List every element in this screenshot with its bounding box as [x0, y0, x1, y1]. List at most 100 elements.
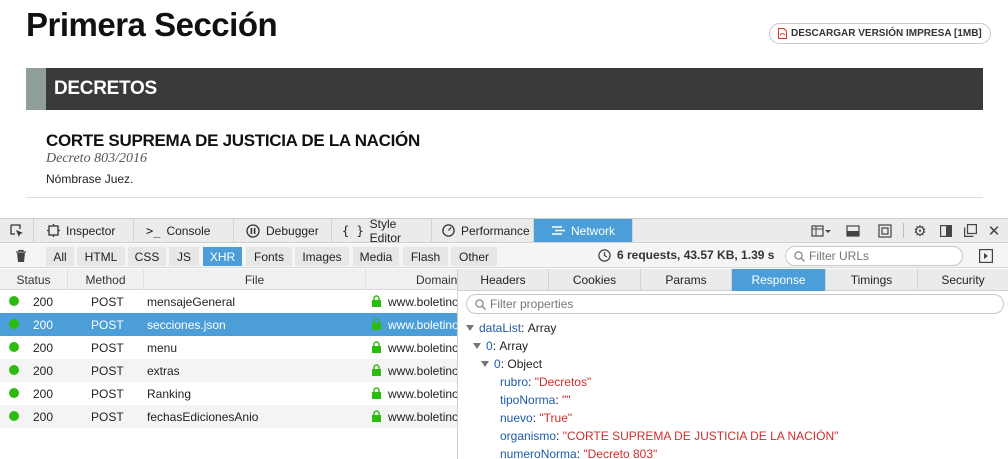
tab-network-label: Network — [571, 223, 616, 238]
column-method[interactable]: Method — [68, 269, 144, 290]
tree-type: Array — [527, 321, 557, 335]
tab-headers[interactable]: Headers — [458, 269, 549, 291]
filter-xhr[interactable]: XHR — [203, 247, 242, 266]
request-row-selected[interactable]: 200 POST secciones.json www.boletino — [0, 313, 458, 336]
tab-performance[interactable]: Performance — [432, 219, 534, 242]
scratchpad-button[interactable] — [874, 219, 896, 242]
request-row[interactable]: 200 POST extras www.boletino — [0, 359, 458, 382]
field-key: tipoNorma — [500, 393, 556, 407]
element-picker-icon — [9, 223, 23, 237]
devtools-toolbar: Inspector >_ Console Debugger { } Style … — [0, 217, 1008, 245]
settings-gear-icon[interactable]: ⚙ — [910, 219, 930, 242]
filter-fonts[interactable]: Fonts — [246, 247, 292, 266]
request-row[interactable]: 200 POST mensajeGeneral www.boletino — [0, 290, 457, 313]
dock-side-button[interactable] — [936, 219, 956, 242]
column-status[interactable]: Status — [0, 269, 68, 290]
status-ok-icon — [9, 319, 19, 329]
tree-type: Object — [507, 357, 543, 371]
tree-node-item[interactable]: 0: Array — [473, 337, 528, 355]
request-file: fechasEdicionesAnio — [147, 410, 259, 424]
close-icon[interactable]: ✕ — [984, 219, 1004, 242]
tree-field[interactable]: organismo: "CORTE SUPREMA DE JUSTICIA DE… — [500, 427, 838, 445]
request-domain: www.boletino — [388, 387, 458, 401]
column-file[interactable]: File — [144, 269, 366, 290]
filter-urls-box[interactable] — [785, 246, 963, 266]
filter-urls-input[interactable] — [809, 249, 949, 263]
request-method: POST — [91, 295, 124, 309]
filter-properties-box[interactable] — [466, 294, 1004, 314]
tab-timings[interactable]: Timings — [826, 269, 918, 291]
tab-debugger[interactable]: Debugger — [234, 219, 332, 242]
filter-js[interactable]: JS — [169, 247, 199, 266]
request-method: POST — [91, 387, 124, 401]
request-status: 200 — [33, 410, 54, 424]
request-summary: 6 requests, 43.57 KB, 1.39 s — [598, 248, 774, 262]
screenshot-icon — [846, 224, 860, 237]
tree-node-object[interactable]: 0: Object — [481, 355, 542, 373]
request-domain: www.boletino — [388, 318, 458, 332]
filter-all[interactable]: All — [46, 247, 74, 266]
request-details-panel: Headers Cookies Params Response Timings … — [458, 269, 1008, 459]
responsive-design-button[interactable] — [806, 219, 836, 242]
download-print-button[interactable]: DESCARGAR VERSIÓN IMPRESA [1MB] — [769, 23, 991, 44]
devtools-panel: Inspector >_ Console Debugger { } Style … — [0, 217, 1008, 459]
tree-node-datalist[interactable]: dataList: Array — [466, 319, 556, 337]
expand-arrow-icon[interactable] — [481, 361, 489, 367]
tab-params[interactable]: Params — [641, 269, 732, 291]
page-title: Primera Sección — [26, 6, 278, 43]
request-file: extras — [147, 364, 180, 378]
tab-security[interactable]: Security — [918, 269, 1008, 291]
separate-window-icon — [963, 224, 977, 237]
tab-response[interactable]: Response — [732, 269, 826, 291]
field-key: organismo — [500, 429, 557, 443]
scratchpad-icon — [878, 223, 892, 238]
filter-flash[interactable]: Flash — [403, 247, 448, 266]
filter-css[interactable]: CSS — [128, 247, 166, 266]
organism-link[interactable]: CORTE SUPREMA DE JUSTICIA DE LA NACIÓN — [46, 131, 420, 151]
tree-field[interactable]: tipoNorma: "" — [500, 391, 571, 409]
request-domain: www.boletino — [388, 341, 458, 355]
request-method: POST — [91, 364, 124, 378]
filter-images[interactable]: Images — [295, 247, 349, 266]
tree-type: Array — [499, 339, 529, 353]
request-row[interactable]: 200 POST fechasEdicionesAnio www.boletin… — [0, 405, 457, 428]
tab-cookies[interactable]: Cookies — [549, 269, 641, 291]
clear-trash-icon[interactable] — [14, 249, 28, 263]
field-value: "Decretos" — [534, 375, 592, 389]
request-domain: www.boletino — [388, 364, 458, 378]
field-key: rubro — [500, 375, 529, 389]
element-picker-button[interactable] — [0, 219, 34, 242]
tab-network[interactable]: Network — [534, 219, 633, 242]
tab-style-editor[interactable]: { } Style Editor — [332, 217, 432, 245]
tree-key: 0 — [494, 357, 501, 371]
toggle-sidebar-icon[interactable] — [979, 249, 993, 263]
tree-field[interactable]: nuevo: "True" — [500, 409, 572, 427]
request-row[interactable]: 200 POST menu www.boletino — [0, 336, 458, 359]
lock-icon — [372, 295, 381, 307]
tree-field[interactable]: numeroNorma: "Decreto 803" — [500, 445, 657, 459]
separate-window-button[interactable] — [960, 219, 980, 242]
field-key: nuevo — [500, 411, 533, 425]
request-status: 200 — [33, 341, 54, 355]
filter-html[interactable]: HTML — [77, 247, 125, 266]
column-domain[interactable]: Domain — [366, 269, 457, 290]
tree-field[interactable]: rubro: "Decretos" — [500, 373, 591, 391]
style-editor-icon: { } — [342, 223, 364, 238]
tree-key: dataList — [479, 321, 522, 335]
lock-icon — [372, 410, 381, 422]
status-ok-icon — [9, 296, 19, 306]
field-value: "" — [562, 393, 571, 407]
tab-inspector[interactable]: Inspector — [35, 219, 134, 242]
lock-icon — [372, 387, 381, 399]
tab-console[interactable]: >_ Console — [134, 219, 234, 242]
filter-other[interactable]: Other — [451, 247, 497, 266]
tab-performance-label: Performance — [461, 223, 530, 238]
expand-arrow-icon[interactable] — [473, 343, 481, 349]
filter-media[interactable]: Media — [353, 247, 399, 266]
screenshot-button[interactable] — [842, 219, 864, 242]
expand-arrow-icon[interactable] — [466, 325, 474, 331]
filter-properties-input[interactable] — [490, 297, 970, 311]
request-status: 200 — [33, 295, 54, 309]
lock-icon — [372, 341, 381, 353]
request-row[interactable]: 200 POST Ranking www.boletino — [0, 382, 458, 405]
